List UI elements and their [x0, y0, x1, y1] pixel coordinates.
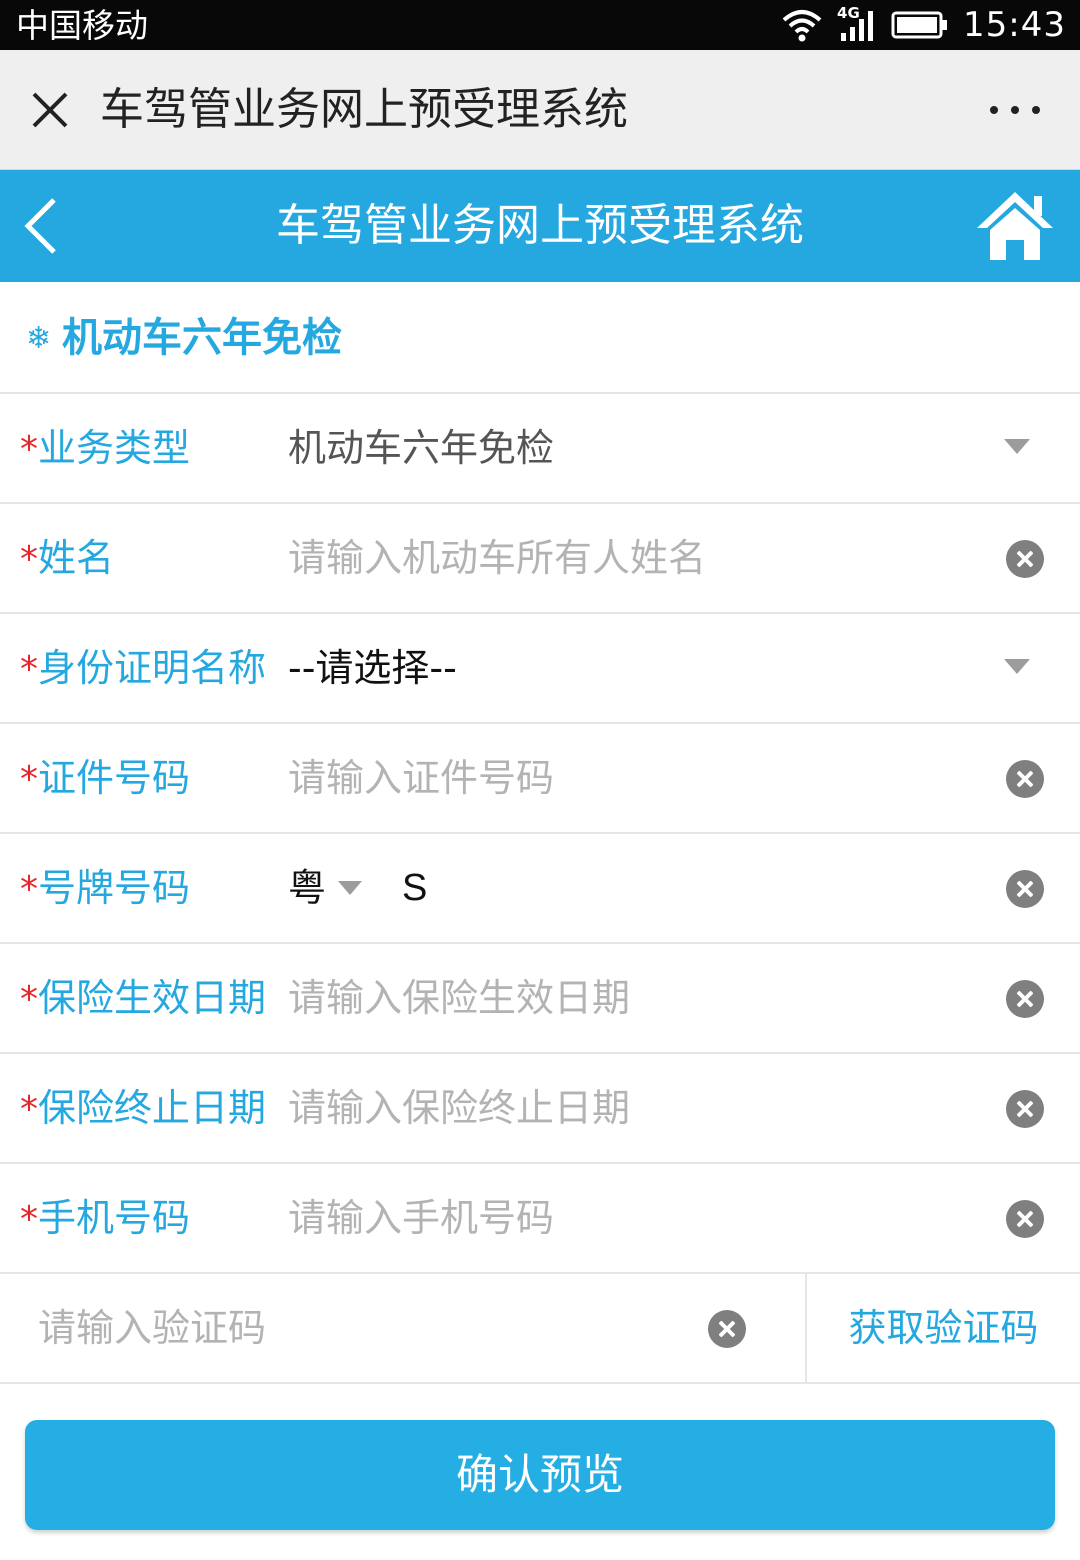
insurance-end-input[interactable]: 请输入保险终止日期: [288, 1054, 630, 1162]
home-icon[interactable]: [974, 188, 1056, 264]
close-icon[interactable]: [28, 88, 72, 132]
clock: 15:43: [963, 5, 1066, 45]
get-verify-code-button[interactable]: 获取验证码: [807, 1274, 1080, 1382]
battery-icon: [891, 10, 949, 40]
field-label: *保险生效日期: [20, 976, 267, 1020]
carrier-name: 中国移动: [16, 6, 148, 45]
field-label: *业务类型: [20, 426, 191, 470]
plate-row: *号牌号码 粤 S: [0, 834, 1080, 944]
more-icon[interactable]: [990, 98, 1040, 122]
page-title: 车驾管业务网上预受理系统: [276, 200, 804, 251]
id-type-select[interactable]: --请选择--: [288, 614, 457, 722]
verify-code-row: 请输入验证码 获取验证码: [0, 1274, 1080, 1384]
section-title: 机动车六年免检: [62, 315, 342, 361]
insurance-end-row: *保险终止日期 请输入保险终止日期: [0, 1054, 1080, 1164]
clear-icon[interactable]: [1006, 1200, 1044, 1238]
business-type-row[interactable]: *业务类型 机动车六年免检: [0, 394, 1080, 504]
field-label: *身份证明名称: [20, 646, 267, 690]
phone-input[interactable]: 请输入手机号码: [288, 1164, 554, 1272]
id-number-row: *证件号码 请输入证件号码: [0, 724, 1080, 834]
clear-icon[interactable]: [1006, 870, 1044, 908]
name-row: *姓名 请输入机动车所有人姓名: [0, 504, 1080, 614]
status-icons: 4G 15:43: [781, 0, 1066, 50]
wifi-icon: [781, 8, 823, 42]
insurance-start-row: *保险生效日期 请输入保险生效日期: [0, 944, 1080, 1054]
dropdown-caret-icon[interactable]: [338, 881, 362, 895]
app-header: 车驾管业务网上预受理系统: [0, 170, 1080, 282]
signal-icon: 4G: [837, 4, 877, 43]
clear-icon[interactable]: [708, 1310, 746, 1348]
id-type-row[interactable]: *身份证明名称 --请选择--: [0, 614, 1080, 724]
name-input[interactable]: 请输入机动车所有人姓名: [288, 504, 706, 612]
id-number-input[interactable]: 请输入证件号码: [288, 724, 554, 832]
field-label: *证件号码: [20, 756, 191, 800]
insurance-start-input[interactable]: 请输入保险生效日期: [288, 944, 630, 1052]
phone-row: *手机号码 请输入手机号码: [0, 1164, 1080, 1274]
browser-title-bar: 车驾管业务网上预受理系统: [0, 50, 1080, 170]
browser-title: 车驾管业务网上预受理系统: [100, 84, 628, 135]
plate-number-input[interactable]: S: [402, 834, 427, 942]
network-type-label: 4G: [837, 4, 860, 22]
business-type-select[interactable]: 机动车六年免检: [288, 394, 554, 502]
dropdown-caret-icon[interactable]: [1004, 659, 1030, 674]
field-label: *号牌号码: [20, 866, 191, 910]
section-header: ❄ 机动车六年免检: [0, 282, 1080, 394]
dropdown-caret-icon[interactable]: [1004, 439, 1030, 454]
application-form: *业务类型 机动车六年免检 *姓名 请输入机动车所有人姓名 *身份证明名称 --…: [0, 394, 1080, 1384]
clear-icon[interactable]: [1006, 760, 1044, 798]
confirm-preview-button[interactable]: 确认预览: [25, 1420, 1055, 1530]
clear-icon[interactable]: [1006, 1090, 1044, 1128]
field-label: *姓名: [20, 536, 115, 580]
snowflake-icon: ❄: [26, 321, 52, 356]
clear-icon[interactable]: [1006, 540, 1044, 578]
verify-code-input[interactable]: 请输入验证码: [38, 1274, 266, 1382]
clear-icon[interactable]: [1006, 980, 1044, 1018]
field-label: *手机号码: [20, 1196, 191, 1240]
plate-province-select[interactable]: 粤: [288, 834, 326, 942]
chevron-left-icon[interactable]: [20, 194, 68, 258]
status-bar: 中国移动 4G 15:43: [0, 0, 1080, 50]
field-label: *保险终止日期: [20, 1086, 267, 1130]
